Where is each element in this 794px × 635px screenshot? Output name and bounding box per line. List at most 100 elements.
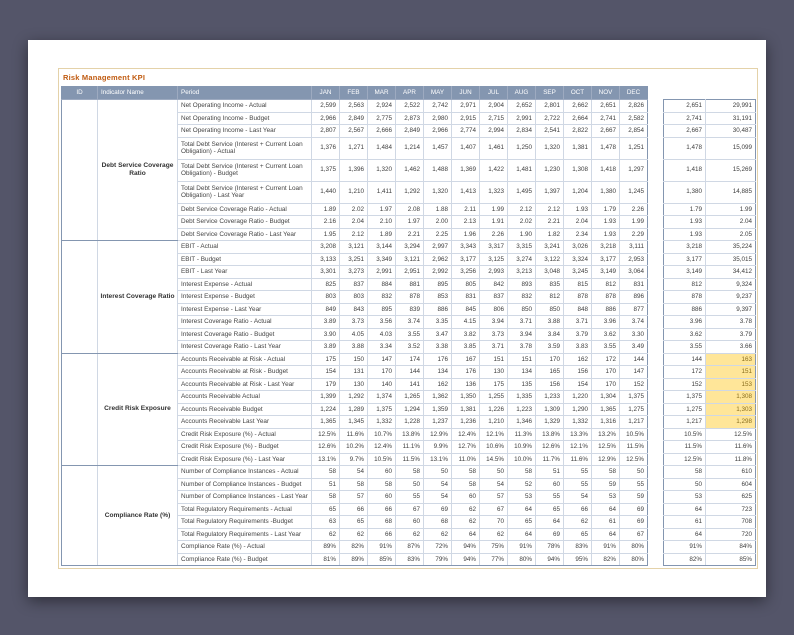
month-value-cell[interactable]: 2.02 (507, 215, 536, 229)
month-value-cell[interactable]: 12.5% (619, 453, 648, 466)
month-value-cell[interactable]: 835 (535, 278, 564, 291)
month-value-cell[interactable]: 9.9% (423, 440, 452, 454)
month-value-cell[interactable]: 2,992 (423, 265, 452, 279)
month-value-cell[interactable]: 3,111 (619, 240, 648, 254)
month-value-cell[interactable]: 2,775 (367, 112, 396, 125)
month-value-cell[interactable]: 1,362 (423, 390, 452, 404)
month-value-cell[interactable]: 2.08 (395, 203, 424, 216)
month-value-cell[interactable]: 803 (339, 290, 368, 304)
month-value-cell[interactable]: 2,662 (563, 99, 592, 113)
month-value-cell[interactable]: 832 (367, 290, 396, 304)
month-value-cell[interactable]: 64 (591, 528, 620, 541)
month-value-cell[interactable]: 152 (619, 378, 648, 391)
month-value-cell[interactable]: 3.30 (619, 328, 648, 341)
month-value-cell[interactable]: 3.82 (451, 328, 480, 341)
month-value-cell[interactable]: 176 (451, 365, 480, 379)
summary-current-cell[interactable]: 1,380 (663, 181, 706, 204)
month-value-cell[interactable]: 13.3% (563, 428, 592, 441)
summary-current-cell[interactable]: 1.93 (663, 228, 706, 241)
summary-current-cell[interactable]: 64 (663, 528, 706, 541)
month-value-cell[interactable]: 1,309 (535, 403, 564, 416)
month-value-cell[interactable]: 2,774 (451, 124, 480, 138)
month-value-cell[interactable]: 1.88 (423, 203, 452, 216)
month-value-cell[interactable]: 1,217 (619, 415, 648, 429)
month-value-cell[interactable]: 3,256 (451, 265, 480, 279)
month-value-cell[interactable]: 1,320 (535, 137, 564, 160)
month-value-cell[interactable]: 12.6% (311, 440, 340, 454)
period-cell[interactable]: Net Operating Income - Actual (177, 99, 312, 113)
month-value-cell[interactable]: 89% (311, 540, 340, 554)
month-value-cell[interactable]: 4.15 (451, 315, 480, 329)
month-value-cell[interactable]: 1.93 (591, 228, 620, 241)
month-value-cell[interactable]: 65 (311, 503, 340, 516)
summary-current-cell[interactable]: 64 (663, 503, 706, 516)
month-value-cell[interactable]: 57 (479, 490, 508, 504)
month-value-cell[interactable]: 1,236 (451, 415, 480, 429)
month-value-cell[interactable]: 10.2% (339, 440, 368, 454)
month-value-cell[interactable]: 3,273 (339, 265, 368, 279)
month-value-cell[interactable]: 77% (479, 553, 508, 566)
month-value-cell[interactable]: 3,026 (563, 240, 592, 254)
month-value-cell[interactable]: 2,924 (367, 99, 396, 113)
month-value-cell[interactable]: 2,994 (479, 124, 508, 138)
month-value-cell[interactable]: 2.10 (367, 215, 396, 229)
month-value-cell[interactable]: 62 (423, 528, 452, 541)
month-value-cell[interactable]: 62 (479, 528, 508, 541)
month-value-cell[interactable]: 55 (619, 478, 648, 491)
month-value-cell[interactable]: 2.00 (423, 215, 452, 229)
month-value-cell[interactable]: 3.52 (395, 340, 424, 354)
month-value-cell[interactable]: 2,741 (591, 112, 620, 125)
month-value-cell[interactable]: 54 (479, 478, 508, 491)
month-value-cell[interactable]: 1,210 (339, 181, 368, 204)
summary-total-cell[interactable]: 15,269 (705, 159, 756, 182)
month-value-cell[interactable]: 2,742 (423, 99, 452, 113)
month-value-cell[interactable]: 3.94 (479, 315, 508, 329)
month-value-cell[interactable]: 3,121 (339, 240, 368, 254)
period-cell[interactable]: Total Regulatory Requirements -Budget (177, 515, 312, 529)
month-value-cell[interactable]: 95% (563, 553, 592, 566)
month-value-cell[interactable]: 837 (339, 278, 368, 291)
month-value-cell[interactable]: 58 (311, 490, 340, 504)
month-value-cell[interactable]: 1,332 (563, 415, 592, 429)
month-value-cell[interactable]: 3.96 (591, 315, 620, 329)
summary-total-cell[interactable]: 9,397 (705, 303, 756, 316)
month-value-cell[interactable]: 80% (507, 553, 536, 566)
month-value-cell[interactable]: 3,301 (311, 265, 340, 279)
month-value-cell[interactable]: 893 (507, 278, 536, 291)
period-cell[interactable]: Interest Expense - Last Year (177, 303, 312, 316)
period-cell[interactable]: Total Debt Service (Interest + Current L… (177, 159, 312, 182)
month-value-cell[interactable]: 67 (619, 528, 648, 541)
month-value-cell[interactable]: 55 (535, 490, 564, 504)
month-value-cell[interactable]: 12.5% (591, 440, 620, 454)
month-value-cell[interactable]: 11.6% (339, 428, 368, 441)
summary-current-cell[interactable]: 172 (663, 365, 706, 379)
month-value-cell[interactable]: 4.03 (367, 328, 396, 341)
summary-current-cell[interactable]: 1,275 (663, 403, 706, 416)
summary-total-cell[interactable]: 3.66 (705, 340, 756, 354)
month-value-cell[interactable]: 150 (339, 352, 368, 366)
month-value-cell[interactable]: 3,144 (367, 240, 396, 254)
month-value-cell[interactable]: 13.8% (535, 428, 564, 441)
month-value-cell[interactable]: 3.71 (479, 340, 508, 354)
month-value-cell[interactable]: 1,332 (367, 415, 396, 429)
month-value-cell[interactable]: 1,461 (479, 137, 508, 160)
summary-total-cell[interactable]: 720 (705, 528, 756, 541)
month-value-cell[interactable]: 53 (591, 490, 620, 504)
id-cell[interactable] (61, 240, 98, 354)
month-value-cell[interactable]: 2,522 (395, 99, 424, 113)
month-value-cell[interactable]: 68 (367, 515, 396, 529)
month-value-cell[interactable]: 2,582 (619, 112, 648, 125)
month-value-cell[interactable]: 14.5% (479, 453, 508, 466)
month-value-cell[interactable]: 174 (395, 352, 424, 366)
period-cell[interactable]: Number of Compliance Instances - Actual (177, 465, 312, 479)
month-value-cell[interactable]: 1,396 (339, 159, 368, 182)
summary-current-cell[interactable]: 3,149 (663, 265, 706, 279)
month-value-cell[interactable]: 2.29 (619, 228, 648, 241)
summary-current-cell[interactable]: 886 (663, 303, 706, 316)
month-value-cell[interactable]: 1.95 (311, 228, 340, 241)
summary-current-cell[interactable]: 11.5% (663, 440, 706, 454)
summary-current-cell[interactable]: 10.5% (663, 428, 706, 441)
month-value-cell[interactable]: 60 (367, 490, 396, 504)
month-value-cell[interactable]: 91% (507, 540, 536, 554)
summary-total-cell[interactable]: 153 (705, 378, 756, 391)
